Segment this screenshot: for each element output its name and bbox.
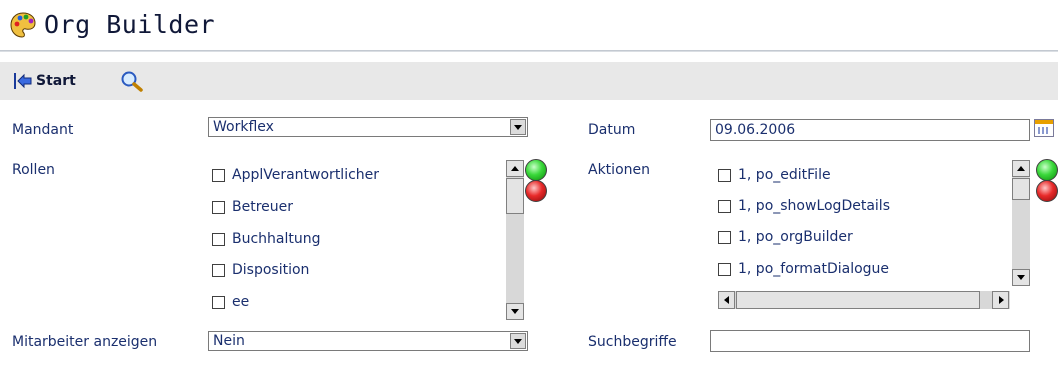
rollen-item-label: Disposition xyxy=(232,262,310,278)
chevron-down-icon[interactable] xyxy=(510,333,526,349)
scroll-thumb[interactable] xyxy=(736,291,980,309)
checkbox[interactable] xyxy=(212,263,225,277)
rollen-item-label: ee xyxy=(232,294,250,310)
rollen-item[interactable]: ee xyxy=(212,289,249,315)
scroll-down-button[interactable] xyxy=(1012,269,1030,286)
mandant-select[interactable]: Workflex xyxy=(208,117,528,137)
start-button[interactable]: Start xyxy=(12,70,76,92)
deselect-all-red-icon[interactable] xyxy=(525,180,547,202)
rollen-scrollbar[interactable] xyxy=(506,160,524,320)
suchbegriffe-label: Suchbegriffe xyxy=(588,334,677,350)
toolbar: Start xyxy=(0,62,1058,100)
scroll-down-button[interactable] xyxy=(506,303,524,320)
select-all-green-icon[interactable] xyxy=(525,159,547,181)
aktionen-item[interactable]: 1, po_editFile xyxy=(718,162,831,188)
rollen-item-label: Betreuer xyxy=(232,199,294,215)
rollen-item[interactable]: Buchhaltung xyxy=(212,226,321,252)
palette-icon xyxy=(10,12,36,38)
select-all-green-icon[interactable] xyxy=(1036,159,1058,181)
rollen-item-label: Buchhaltung xyxy=(232,231,321,247)
scroll-up-button[interactable] xyxy=(1012,160,1030,177)
aktionen-item[interactable]: 1, po_orgBuilder xyxy=(718,224,853,250)
calendar-icon[interactable] xyxy=(1034,119,1054,137)
title-bar: Org Builder xyxy=(0,0,1058,50)
chevron-down-icon[interactable] xyxy=(510,119,526,135)
checkbox[interactable] xyxy=(718,199,731,213)
deselect-all-red-icon[interactable] xyxy=(1036,180,1058,202)
aktionen-item[interactable]: 1, po_showLogDetails xyxy=(718,193,890,219)
rollen-item-label: ApplVerantwortlicher xyxy=(232,167,380,183)
rollen-item[interactable]: Disposition xyxy=(212,257,309,283)
aktionen-label: Aktionen xyxy=(588,162,650,178)
mitarbeiter-label: Mitarbeiter anzeigen xyxy=(12,334,158,350)
magnifier-icon[interactable] xyxy=(120,70,144,92)
checkbox[interactable] xyxy=(212,200,225,214)
rollen-list[interactable]: ApplVerantwortlicher Betreuer Buchhaltun… xyxy=(212,160,502,320)
datum-label: Datum xyxy=(588,122,636,138)
checkbox[interactable] xyxy=(718,168,731,182)
scroll-thumb[interactable] xyxy=(506,178,524,214)
checkbox[interactable] xyxy=(212,295,225,309)
start-label: Start xyxy=(36,73,76,89)
start-arrow-icon xyxy=(14,73,32,89)
title-divider xyxy=(0,50,1058,52)
rollen-label: Rollen xyxy=(12,162,55,178)
aktionen-item-label: 1, po_editFile xyxy=(738,167,831,183)
aktionen-vscrollbar[interactable] xyxy=(1012,160,1030,286)
datum-input[interactable]: 09.06.2006 xyxy=(710,119,1030,141)
checkbox[interactable] xyxy=(212,232,225,246)
scroll-thumb[interactable] xyxy=(1012,178,1030,200)
checkbox[interactable] xyxy=(212,168,225,182)
mandant-value: Workflex xyxy=(213,119,274,135)
rollen-item[interactable]: Betreuer xyxy=(212,194,293,220)
aktionen-item-label: 1, po_orgBuilder xyxy=(738,229,853,245)
page-title: Org Builder xyxy=(44,10,216,39)
mitarbeiter-value: Nein xyxy=(213,333,245,349)
aktionen-item-label: 1, po_showLogDetails xyxy=(738,198,890,214)
rollen-item[interactable]: ApplVerantwortlicher xyxy=(212,162,379,188)
scroll-up-button[interactable] xyxy=(506,160,524,177)
aktionen-item[interactable]: 1, po_formatDialogue xyxy=(718,256,889,282)
aktionen-item-label: 1, po_formatDialogue xyxy=(738,261,890,277)
scroll-right-button[interactable] xyxy=(992,291,1009,309)
mitarbeiter-select[interactable]: Nein xyxy=(208,331,528,351)
aktionen-list[interactable]: 1, po_editFile 1, po_showLogDetails 1, p… xyxy=(718,160,1010,286)
scroll-left-button[interactable] xyxy=(718,291,735,309)
mandant-label: Mandant xyxy=(12,122,74,138)
checkbox[interactable] xyxy=(718,230,731,244)
aktionen-hscrollbar[interactable] xyxy=(718,291,1010,309)
checkbox[interactable] xyxy=(718,262,731,276)
suchbegriffe-input[interactable] xyxy=(710,330,1030,352)
